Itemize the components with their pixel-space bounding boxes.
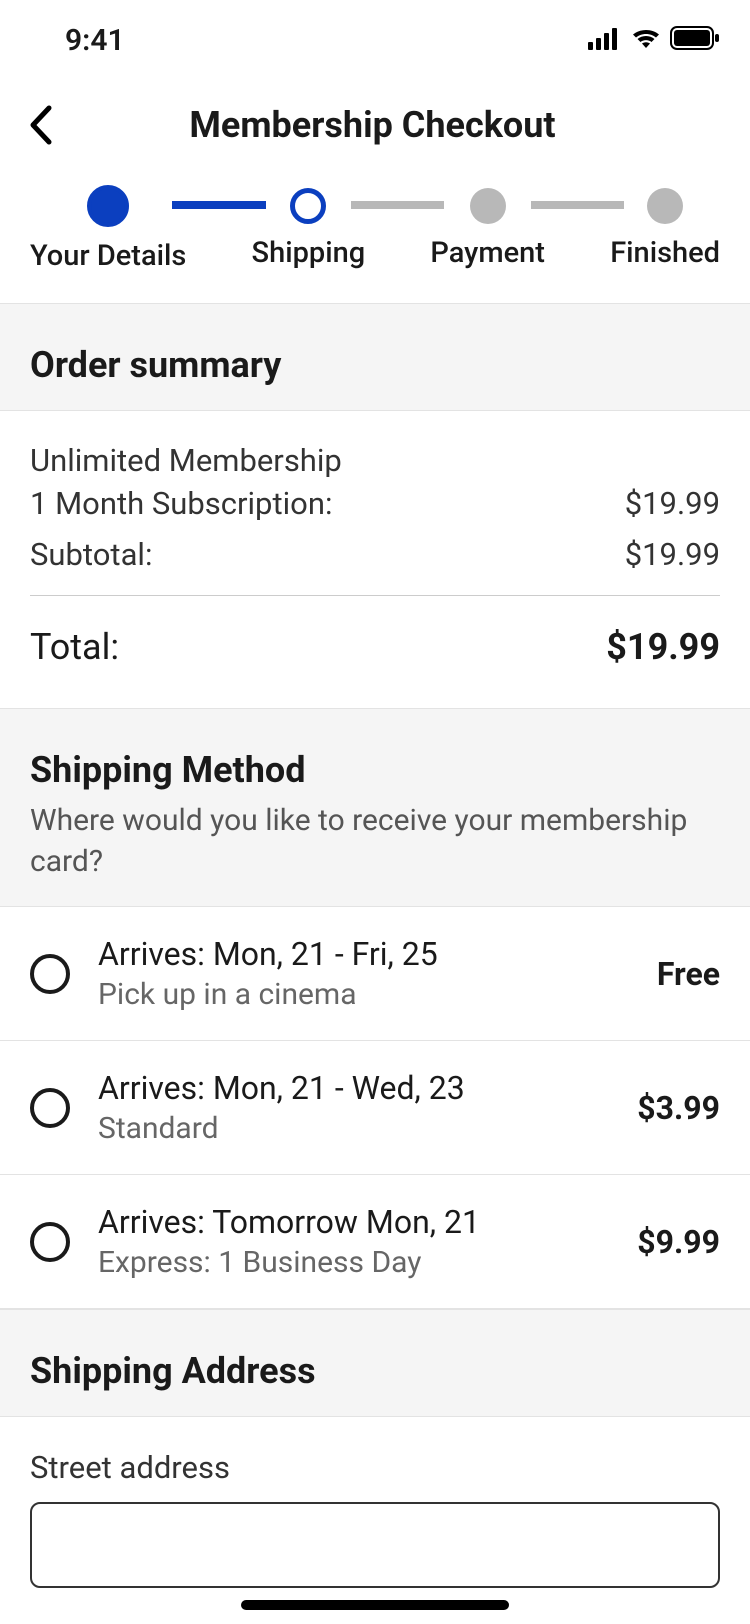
shipping-address-header: Shipping Address (0, 1309, 750, 1417)
shipping-price: Free (657, 955, 720, 993)
total-value: $19.99 (606, 626, 720, 668)
shipping-option-standard[interactable]: Arrives: Mon, 21 - Wed, 23 Standard $3.9… (0, 1041, 750, 1175)
radio-icon (30, 1222, 70, 1262)
step-circle-upcoming (470, 188, 506, 224)
shipping-option-express[interactable]: Arrives: Tomorrow Mon, 21 Express: 1 Bus… (0, 1175, 750, 1309)
order-item-name: Unlimited Membership (30, 441, 720, 481)
radio-icon (30, 1088, 70, 1128)
header: Membership Checkout (0, 80, 750, 170)
street-address-input[interactable] (30, 1502, 720, 1588)
wifi-icon (630, 23, 662, 58)
shipping-address-body: Street address (0, 1417, 750, 1588)
step-circle-current (290, 188, 326, 224)
order-summary-title: Order summary (30, 344, 720, 386)
order-summary-body: Unlimited Membership 1 Month Subscriptio… (0, 411, 750, 708)
shipping-option-text: Arrives: Mon, 21 - Wed, 23 Standard (98, 1069, 609, 1146)
order-summary-header: Order summary (0, 303, 750, 411)
step-circle-upcoming (647, 188, 683, 224)
shipping-arrival: Arrives: Mon, 21 - Fri, 25 (98, 935, 629, 973)
status-time: 9:41 (65, 23, 125, 58)
status-bar: 9:41 (0, 0, 750, 80)
subtotal-row: Subtotal: $19.99 (30, 536, 720, 573)
page-title: Membership Checkout (15, 104, 730, 146)
shipping-method-title: Shipping Method (30, 749, 720, 791)
order-item-price: $19.99 (625, 485, 720, 522)
radio-icon (30, 954, 70, 994)
home-indicator[interactable] (241, 1600, 509, 1610)
shipping-method-subtitle: Where would you like to receive your mem… (30, 801, 720, 882)
subtotal-label: Subtotal: (30, 536, 152, 573)
shipping-option-pickup[interactable]: Arrives: Mon, 21 - Fri, 25 Pick up in a … (0, 907, 750, 1041)
shipping-arrival: Arrives: Tomorrow Mon, 21 (98, 1203, 609, 1241)
step-your-details: Your Details (30, 185, 186, 273)
shipping-price: $3.99 (637, 1089, 720, 1127)
shipping-desc: Express: 1 Business Day (98, 1245, 609, 1280)
shipping-method-header: Shipping Method Where would you like to … (0, 708, 750, 907)
progress-stepper: Your Details Shipping Payment Finished (0, 170, 750, 303)
battery-icon (670, 23, 720, 58)
street-address-label: Street address (30, 1449, 720, 1486)
step-label: Your Details (30, 239, 186, 273)
shipping-option-text: Arrives: Mon, 21 - Fri, 25 Pick up in a … (98, 935, 629, 1012)
shipping-desc: Standard (98, 1111, 609, 1146)
shipping-address-title: Shipping Address (30, 1350, 720, 1392)
cellular-icon (588, 23, 622, 58)
step-finished: Finished (610, 188, 720, 270)
shipping-desc: Pick up in a cinema (98, 977, 629, 1012)
total-row: Total: $19.99 (30, 626, 720, 668)
order-item-desc: 1 Month Subscription: (30, 485, 332, 522)
step-label: Finished (610, 236, 720, 270)
shipping-price: $9.99 (637, 1223, 720, 1261)
total-label: Total: (30, 626, 119, 668)
step-payment: Payment (430, 188, 545, 270)
step-shipping: Shipping (252, 188, 366, 270)
summary-divider (30, 595, 720, 596)
subtotal-value: $19.99 (625, 536, 720, 573)
step-label: Shipping (252, 236, 366, 270)
status-indicators (588, 23, 720, 58)
step-circle-completed (87, 185, 129, 227)
shipping-option-text: Arrives: Tomorrow Mon, 21 Express: 1 Bus… (98, 1203, 609, 1280)
shipping-arrival: Arrives: Mon, 21 - Wed, 23 (98, 1069, 609, 1107)
step-label: Payment (430, 236, 545, 270)
order-item-row: 1 Month Subscription: $19.99 (30, 485, 720, 522)
